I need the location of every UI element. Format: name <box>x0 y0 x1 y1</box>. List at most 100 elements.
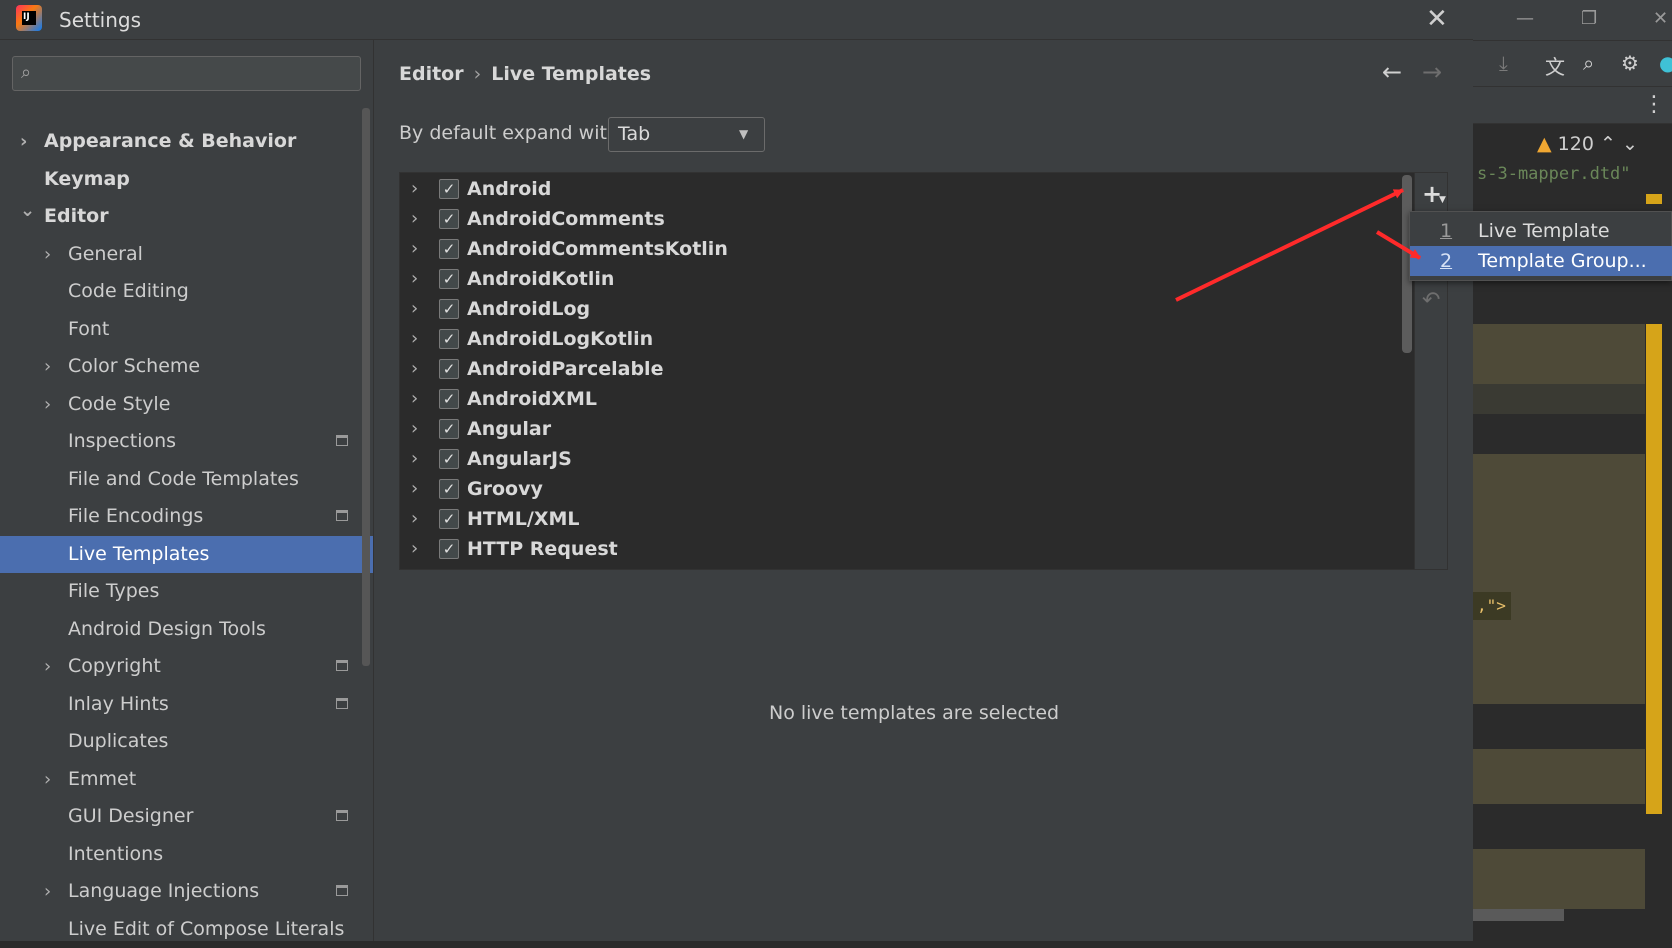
chevron-right-icon[interactable]: › <box>20 123 27 160</box>
chevron-right-icon[interactable]: › <box>44 873 51 910</box>
template-group-checkbox[interactable]: ✓ <box>439 449 459 469</box>
sidebar-item[interactable]: › Color Scheme <box>0 348 373 385</box>
template-group-checkbox[interactable]: ✓ <box>439 359 459 379</box>
sidebar-item[interactable]: Android Design Tools <box>0 611 373 648</box>
sidebar-item[interactable]: › Emmet <box>0 761 373 798</box>
sidebar-item[interactable]: Duplicates <box>0 723 373 760</box>
chevron-right-icon[interactable]: › <box>411 474 418 504</box>
chevron-right-icon[interactable]: › <box>411 324 418 354</box>
template-group-row[interactable]: › ✓ HTML/XML <box>400 504 1400 534</box>
warning-indicator[interactable]: ▲ 120 ⌃ ⌄ <box>1537 133 1638 155</box>
close-icon[interactable]: ✕ <box>1426 4 1448 34</box>
search-input[interactable] <box>51 60 351 87</box>
template-group-row[interactable]: › ✓ Android <box>400 174 1400 204</box>
chevron-right-icon[interactable]: › <box>411 354 418 384</box>
template-group-row[interactable]: › ✓ AngularJS <box>400 444 1400 474</box>
sidebar-item[interactable]: File and Code Templates <box>0 461 373 498</box>
chevron-right-icon[interactable]: › <box>411 204 418 234</box>
sidebar-item[interactable]: GUI Designer <box>0 798 373 835</box>
sidebar-item[interactable]: › General <box>0 236 373 273</box>
template-group-list: › ✓ Android › ✓ AndroidComments › ✓ AndroidComme… <box>399 172 1448 570</box>
template-group-row[interactable]: › ✓ Angular <box>400 414 1400 444</box>
plugin-icon[interactable]: ● <box>1659 51 1672 75</box>
sidebar-item[interactable]: File Types <box>0 573 373 610</box>
chevron-right-icon[interactable]: › <box>411 444 418 474</box>
search-everywhere-icon[interactable]: ⌕ <box>1583 51 1594 75</box>
template-group-row[interactable]: › ✓ AndroidComments <box>400 204 1400 234</box>
template-group-row[interactable]: › ✓ AndroidLog <box>400 294 1400 324</box>
forward-arrow-icon[interactable]: → <box>1422 58 1442 86</box>
minimize-icon[interactable]: — <box>1516 8 1534 29</box>
breadcrumb-current: Live Templates <box>491 63 652 85</box>
template-group-checkbox[interactable]: ✓ <box>439 419 459 439</box>
sidebar-item[interactable]: ⌄ Editor <box>0 198 373 235</box>
template-group-checkbox[interactable]: ✓ <box>439 209 459 229</box>
error-stripe-mark[interactable] <box>1646 424 1662 814</box>
template-group-checkbox[interactable]: ✓ <box>439 509 459 529</box>
sidebar-item[interactable]: Live Edit of Compose Literals <box>0 911 373 948</box>
chevron-down-icon[interactable]: ⌄ <box>20 192 35 229</box>
restore-icon[interactable]: ❐ <box>1581 8 1597 29</box>
chevron-right-icon[interactable]: › <box>411 234 418 264</box>
search-box[interactable]: ⌕ <box>12 56 361 91</box>
vcs-update-icon[interactable]: ⤓ <box>1499 51 1508 75</box>
template-group-row[interactable]: › ✓ AndroidXML <box>400 384 1400 414</box>
sidebar-item[interactable]: File Encodings <box>0 498 373 535</box>
template-group-label: HTTP Request <box>467 538 618 560</box>
template-group-checkbox[interactable]: ✓ <box>439 539 459 559</box>
chevron-right-icon[interactable]: › <box>44 761 51 798</box>
sidebar-item[interactable]: Font <box>0 311 373 348</box>
template-group-checkbox[interactable]: ✓ <box>439 239 459 259</box>
popup-menu-item[interactable]: 2 Template Group... <box>1410 246 1672 276</box>
undo-icon[interactable]: ↶ <box>1422 288 1440 313</box>
template-group-checkbox[interactable]: ✓ <box>439 179 459 199</box>
template-group-checkbox[interactable]: ✓ <box>439 299 459 319</box>
chevron-up-icon[interactable]: ⌃ <box>1600 133 1616 155</box>
template-group-row[interactable]: › ✓ Groovy <box>400 474 1400 504</box>
template-group-checkbox[interactable]: ✓ <box>439 389 459 409</box>
sidebar-item[interactable]: Intentions <box>0 836 373 873</box>
sidebar-item[interactable]: › Code Style <box>0 386 373 423</box>
translate-icon[interactable]: 文 <box>1545 51 1565 80</box>
sidebar-item[interactable]: › Copyright <box>0 648 373 685</box>
chevron-right-icon[interactable]: › <box>411 294 418 324</box>
chevron-down-icon[interactable]: ⌄ <box>1622 133 1638 155</box>
sidebar-item[interactable]: Code Editing <box>0 273 373 310</box>
dropdown-arrow-icon: ▼ <box>739 127 749 141</box>
chevron-right-icon[interactable]: › <box>44 236 51 273</box>
sidebar-item-label: Editor <box>44 205 109 227</box>
sidebar-item[interactable]: › Appearance & Behavior <box>0 123 373 160</box>
settings-gear-icon[interactable]: ⚙ <box>1621 51 1639 75</box>
chevron-right-icon[interactable]: › <box>411 504 418 534</box>
sidebar-item[interactable]: Inlay Hints <box>0 686 373 723</box>
error-stripe-mark[interactable] <box>1646 194 1662 204</box>
template-group-row[interactable]: › ✓ AndroidParcelable <box>400 354 1400 384</box>
chevron-right-icon[interactable]: › <box>44 348 51 385</box>
breadcrumb-parent[interactable]: Editor <box>399 63 464 85</box>
back-arrow-icon[interactable]: ← <box>1382 58 1402 86</box>
chevron-right-icon[interactable]: › <box>411 414 418 444</box>
window-close-icon[interactable]: ✕ <box>1653 8 1668 29</box>
template-group-row[interactable]: › ✓ HTTP Request <box>400 534 1400 564</box>
chevron-right-icon[interactable]: › <box>44 386 51 423</box>
popup-menu-item[interactable]: 1 Live Template <box>1410 216 1672 246</box>
template-group-row[interactable]: › ✓ AndroidKotlin <box>400 264 1400 294</box>
template-group-checkbox[interactable]: ✓ <box>439 329 459 349</box>
template-group-row[interactable]: › ✓ AndroidLogKotlin <box>400 324 1400 354</box>
expand-with-select[interactable]: Tab ▼ <box>608 117 765 152</box>
template-group-checkbox[interactable]: ✓ <box>439 479 459 499</box>
sidebar-item[interactable]: Keymap <box>0 161 373 198</box>
chevron-right-icon[interactable]: › <box>411 174 418 204</box>
sidebar-item[interactable]: Live Templates <box>0 535 373 573</box>
sidebar-scrollbar[interactable] <box>362 108 370 666</box>
template-group-checkbox[interactable]: ✓ <box>439 269 459 289</box>
chevron-right-icon[interactable]: › <box>411 384 418 414</box>
sidebar-item[interactable]: Inspections <box>0 423 373 460</box>
chevron-right-icon[interactable]: › <box>411 264 418 294</box>
sidebar-item[interactable]: › Language Injections <box>0 873 373 910</box>
template-group-row[interactable]: › ✓ AndroidCommentsKotlin <box>400 234 1400 264</box>
more-options-icon[interactable]: ⋮ <box>1643 92 1665 117</box>
horizontal-scrollbar[interactable] <box>1473 909 1564 921</box>
chevron-right-icon[interactable]: › <box>44 648 51 685</box>
chevron-right-icon[interactable]: › <box>411 534 418 564</box>
